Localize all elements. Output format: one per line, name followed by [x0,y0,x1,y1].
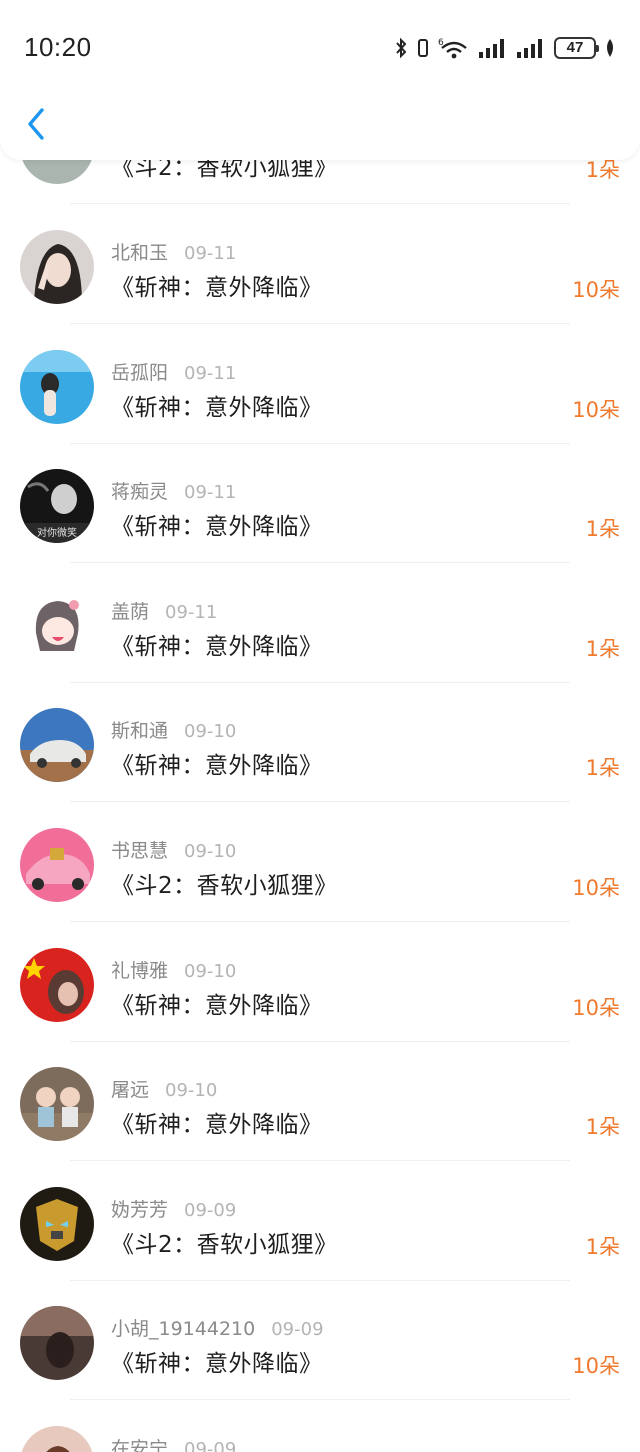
avatar[interactable] [20,828,94,902]
book-title: 《斩神：意外降临》 [111,993,323,1019]
bluetooth-icon [396,37,407,59]
record-date: 09-10 [184,961,237,982]
book-title: 《斩神：意外降临》 [111,395,323,421]
record-date: 09-11 [184,363,237,384]
status-icons: 6 47 [394,34,616,62]
record-date: 09-10 [184,721,237,742]
record-date: 09-09 [271,1319,324,1340]
avatar[interactable] [20,230,94,304]
gift-amount: 10朵 [572,876,620,900]
gift-amount: 10朵 [572,1354,620,1378]
record-date: 09-11 [184,243,237,264]
list-item[interactable]: 盖荫 09-11 《斩神：意外降临》 1朵 [0,563,640,683]
gift-amount: 10朵 [572,278,620,302]
signal-icon [517,39,542,58]
wifi-6-icon: 6 [438,38,467,59]
record-date: 09-11 [165,602,218,623]
leaf-icon [607,39,613,57]
record-date: 09-09 [184,1200,237,1221]
vibrate-icon [418,39,428,57]
avatar[interactable] [20,1426,94,1452]
avatar[interactable] [20,708,94,782]
gift-amount: 1朵 [585,517,620,541]
list-item[interactable]: 书思慧 09-10 《斗2：香软小狐狸》 10朵 [0,802,640,922]
list-item[interactable]: 对你微笑 蒋痴灵 09-11 《斩神：意外降临》 1朵 [0,443,640,563]
avatar[interactable] [20,948,94,1022]
book-title: 《斩神：意外降临》 [111,634,323,660]
list-item[interactable]: 北和玉 09-11 《斩神：意外降临》 10朵 [0,204,640,324]
gift-amount: 1朵 [585,756,620,780]
record-date: 09-10 [165,1080,218,1101]
list-item[interactable]: 屠远 09-10 《斩神：意外降临》 1朵 [0,1041,640,1161]
avatar[interactable] [20,1067,94,1141]
battery-icon: 47 [554,37,599,59]
signal-icon [479,39,504,58]
username: 书思慧 09-10 [111,840,237,862]
list-item[interactable]: 在安宁 09-09 [0,1400,640,1452]
list-item[interactable]: 礼博雅 09-10 《斩神：意外降临》 10朵 [0,922,640,1042]
avatar[interactable]: 对你微笑 [20,469,94,543]
username: 小胡_19144210 09-09 [111,1318,324,1340]
book-title: 《斩神：意外降临》 [111,753,323,779]
username: 岳孤阳 09-11 [111,362,237,384]
username: 礼博雅 09-10 [111,960,237,982]
avatar[interactable] [20,350,94,424]
username: 在安宁 09-09 [111,1434,236,1452]
gift-amount: 1朵 [585,1115,620,1139]
record-date: 09-10 [184,841,237,862]
status-time: 10:20 [24,32,92,62]
username: 斯和通 09-10 [111,720,237,742]
top-bar: 10:20 6 47 [0,0,640,160]
avatar[interactable] [20,589,94,663]
list-item[interactable]: 妫芳芳 09-09 《斗2：香软小狐狸》 1朵 [0,1161,640,1281]
avatar[interactable] [20,1306,94,1380]
book-title: 《斩神：意外降临》 [111,1351,323,1377]
gift-amount: 10朵 [572,398,620,422]
gift-amount: 10朵 [572,996,620,1020]
record-date: 09-09 [184,1439,237,1452]
gift-amount: 1朵 [585,637,620,661]
username: 蒋痴灵 09-11 [111,481,237,503]
book-title: 《斩神：意外降临》 [111,1112,323,1138]
book-title: 《斩神：意外降临》 [111,514,323,540]
chevron-left-icon[interactable] [20,104,52,144]
book-title: 《斗2：香软小狐狸》 [111,1232,338,1258]
avatar-caption: 对你微笑 [37,526,77,539]
gift-record-list[interactable]: 《斗2：香软小狐狸》 1朵 北和玉 09-11 《斩神：意外降临》 10朵 岳孤阳… [0,0,640,1452]
username: 北和玉 09-11 [111,242,237,264]
username: 盖荫 09-11 [111,601,218,623]
list-item[interactable]: 岳孤阳 09-11 《斩神：意外降临》 10朵 [0,324,640,444]
record-date: 09-11 [184,482,237,503]
username: 屠远 09-10 [111,1079,218,1101]
list-item[interactable]: 小胡_19144210 09-09 《斩神：意外降临》 10朵 [0,1280,640,1400]
book-title: 《斩神：意外降临》 [111,275,323,301]
gift-amount: 1朵 [585,1235,620,1259]
avatar[interactable] [20,1187,94,1261]
book-title: 《斗2：香软小狐狸》 [111,873,338,899]
list-item[interactable]: 斯和通 09-10 《斩神：意外降临》 1朵 [0,682,640,802]
username: 妫芳芳 09-09 [111,1199,237,1221]
